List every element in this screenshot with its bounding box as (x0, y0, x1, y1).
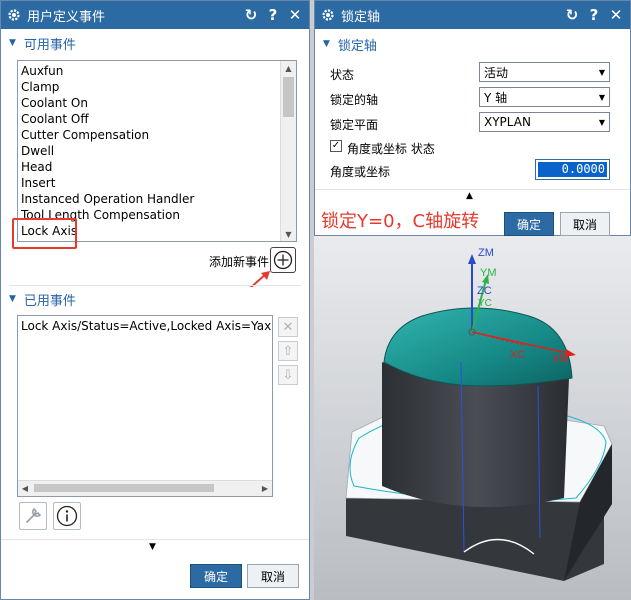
list-item-cutter-compensation[interactable]: Cutter Compensation (18, 127, 296, 143)
available-events-list[interactable]: Auxfun Clamp Coolant On Coolant Off Cutt… (17, 60, 297, 242)
edit-event-button[interactable] (19, 502, 47, 530)
close-button[interactable]: ✕ (285, 5, 305, 25)
locked-plane-label: 锁定平面 (330, 118, 379, 132)
right-dialog-title: 锁定轴 (341, 9, 381, 25)
used-events-section-title: 已用事件 (23, 293, 76, 309)
list-item-insert[interactable]: Insert (18, 175, 296, 191)
wrench-icon (26, 507, 42, 523)
available-events-section-title: 可用事件 (23, 37, 76, 53)
used-event-item[interactable]: Lock Axis/Status=Active,Locked Axis=Yaxi… (18, 318, 272, 334)
chevron-down-icon: ▼ (598, 118, 605, 127)
help-button[interactable]: ? (584, 5, 604, 25)
angle-coordinate-label: 角度或坐标 (330, 165, 391, 179)
angle-coordinate-input[interactable]: 0.0000 (535, 159, 610, 180)
used-events-list[interactable]: Lock Axis/Status=Active,Locked Axis=Yaxi… (17, 315, 273, 497)
footer-divider (1, 539, 309, 540)
help-button[interactable]: ? (263, 5, 283, 25)
status-label: 状态 (330, 68, 355, 82)
scroll-up-arrow-icon[interactable]: ▲ (281, 61, 296, 75)
cancel-button[interactable]: 取消 (247, 564, 299, 588)
reset-button[interactable]: ↻ (241, 5, 261, 25)
ym-axis-label: YM (480, 267, 497, 279)
lock-axis-dialog: 锁定轴 ↻ ? ✕ ▼ 锁定轴 状态 活动 ▼ 锁定的轴 Y 轴 ▼ 锁定平面 … (314, 0, 631, 236)
list-item-coolant-on[interactable]: Coolant On (18, 95, 296, 111)
locked-axis-label: 锁定的轴 (330, 93, 379, 107)
add-new-event-label: 添加新事件 (209, 255, 270, 269)
section-divider (9, 285, 301, 286)
left-dialog-titlebar[interactable]: 用户定义事件 ↻ ? ✕ (1, 1, 309, 29)
scrollbar-thumb[interactable] (34, 484, 214, 492)
status-dropdown[interactable]: 活动 ▼ (479, 62, 610, 82)
delete-event-button[interactable]: ✕ (278, 317, 298, 337)
status-value: 活动 (484, 65, 509, 80)
collapse-triangle-icon: ▼ (9, 38, 16, 48)
collapse-triangle-icon: ▼ (9, 294, 16, 304)
gear-icon (5, 6, 23, 24)
used-events-section-header[interactable]: ▼ 已用事件 (1, 287, 309, 311)
info-icon (56, 505, 78, 527)
angle-coordinate-value: 0.0000 (538, 162, 607, 177)
angle-status-checkbox-label: 角度或坐标 状态 (347, 142, 435, 156)
list-item-dwell[interactable]: Dwell (18, 143, 296, 159)
zm-axis-label: ZM (478, 247, 494, 259)
lock-axis-section-title: 锁定轴 (337, 38, 377, 54)
scroll-right-arrow-icon[interactable]: ▶ (258, 481, 272, 496)
annotation-text: 锁定Y=0，C轴旋转 (321, 211, 480, 232)
collapse-arrow-icon[interactable]: ▲ (466, 191, 473, 201)
cam-model-scene: ZM YM ZC YC XC XM (345, 247, 613, 581)
collapse-triangle-icon: ▼ (323, 39, 330, 49)
cancel-button[interactable]: 取消 (560, 212, 610, 236)
lock-axis-section-header[interactable]: ▼ 锁定轴 (315, 32, 630, 56)
chevron-down-icon: ▼ (598, 93, 605, 102)
gear-icon (319, 6, 337, 24)
angle-status-checkbox[interactable]: ✓ (330, 140, 342, 152)
locked-axis-value: Y 轴 (484, 90, 508, 105)
xm-axis-label: XM (552, 353, 569, 365)
locked-plane-dropdown[interactable]: XYPLAN ▼ (479, 112, 610, 132)
yc-axis-label: YC (478, 298, 492, 309)
locked-axis-dropdown[interactable]: Y 轴 ▼ (479, 87, 610, 107)
lock-axis-highlight-box (12, 218, 77, 249)
available-events-section-header[interactable]: ▼ 可用事件 (1, 31, 309, 55)
checkmark-icon: ✓ (331, 140, 341, 151)
scroll-down-arrow-icon[interactable]: ▼ (281, 227, 296, 241)
event-info-button[interactable] (53, 502, 81, 530)
close-button[interactable]: ✕ (606, 5, 626, 25)
left-dialog-title: 用户定义事件 (27, 9, 106, 25)
available-events-scrollbar[interactable]: ▲ ▼ (280, 61, 296, 241)
list-item-head[interactable]: Head (18, 159, 296, 175)
footer-divider (315, 189, 630, 190)
add-new-event-button[interactable] (270, 247, 296, 273)
zm-axis-arrow (468, 254, 476, 264)
used-events-horizontal-scrollbar[interactable]: ◀ ▶ (18, 480, 272, 496)
zc-axis-label: ZC (477, 285, 492, 297)
plus-circle-icon (273, 250, 293, 270)
ok-button[interactable]: 确定 (504, 212, 554, 236)
right-dialog-titlebar[interactable]: 锁定轴 ↻ ? ✕ (315, 1, 630, 29)
list-item-coolant-off[interactable]: Coolant Off (18, 111, 296, 127)
graphics-viewport[interactable]: ZM YM ZC YC XC XM (314, 236, 631, 600)
scrollbar-thumb[interactable] (283, 77, 294, 117)
scroll-left-arrow-icon[interactable]: ◀ (18, 481, 32, 496)
reset-button[interactable]: ↻ (562, 5, 582, 25)
move-up-button[interactable]: ⇧ (278, 341, 298, 361)
user-defined-events-dialog: 用户定义事件 ↻ ? ✕ ▼ 可用事件 Auxfun Clamp Coolant… (0, 0, 310, 600)
list-item-instanced-operation-handler[interactable]: Instanced Operation Handler (18, 191, 296, 207)
xc-axis-label: XC (510, 349, 525, 361)
move-down-button[interactable]: ⇩ (278, 365, 298, 385)
list-item-auxfun[interactable]: Auxfun (18, 63, 296, 79)
list-item-clamp[interactable]: Clamp (18, 79, 296, 95)
chevron-down-icon: ▼ (598, 68, 605, 77)
ok-button[interactable]: 确定 (190, 564, 242, 588)
expand-arrow-icon[interactable]: ▼ (149, 542, 156, 552)
locked-plane-value: XYPLAN (484, 115, 531, 129)
